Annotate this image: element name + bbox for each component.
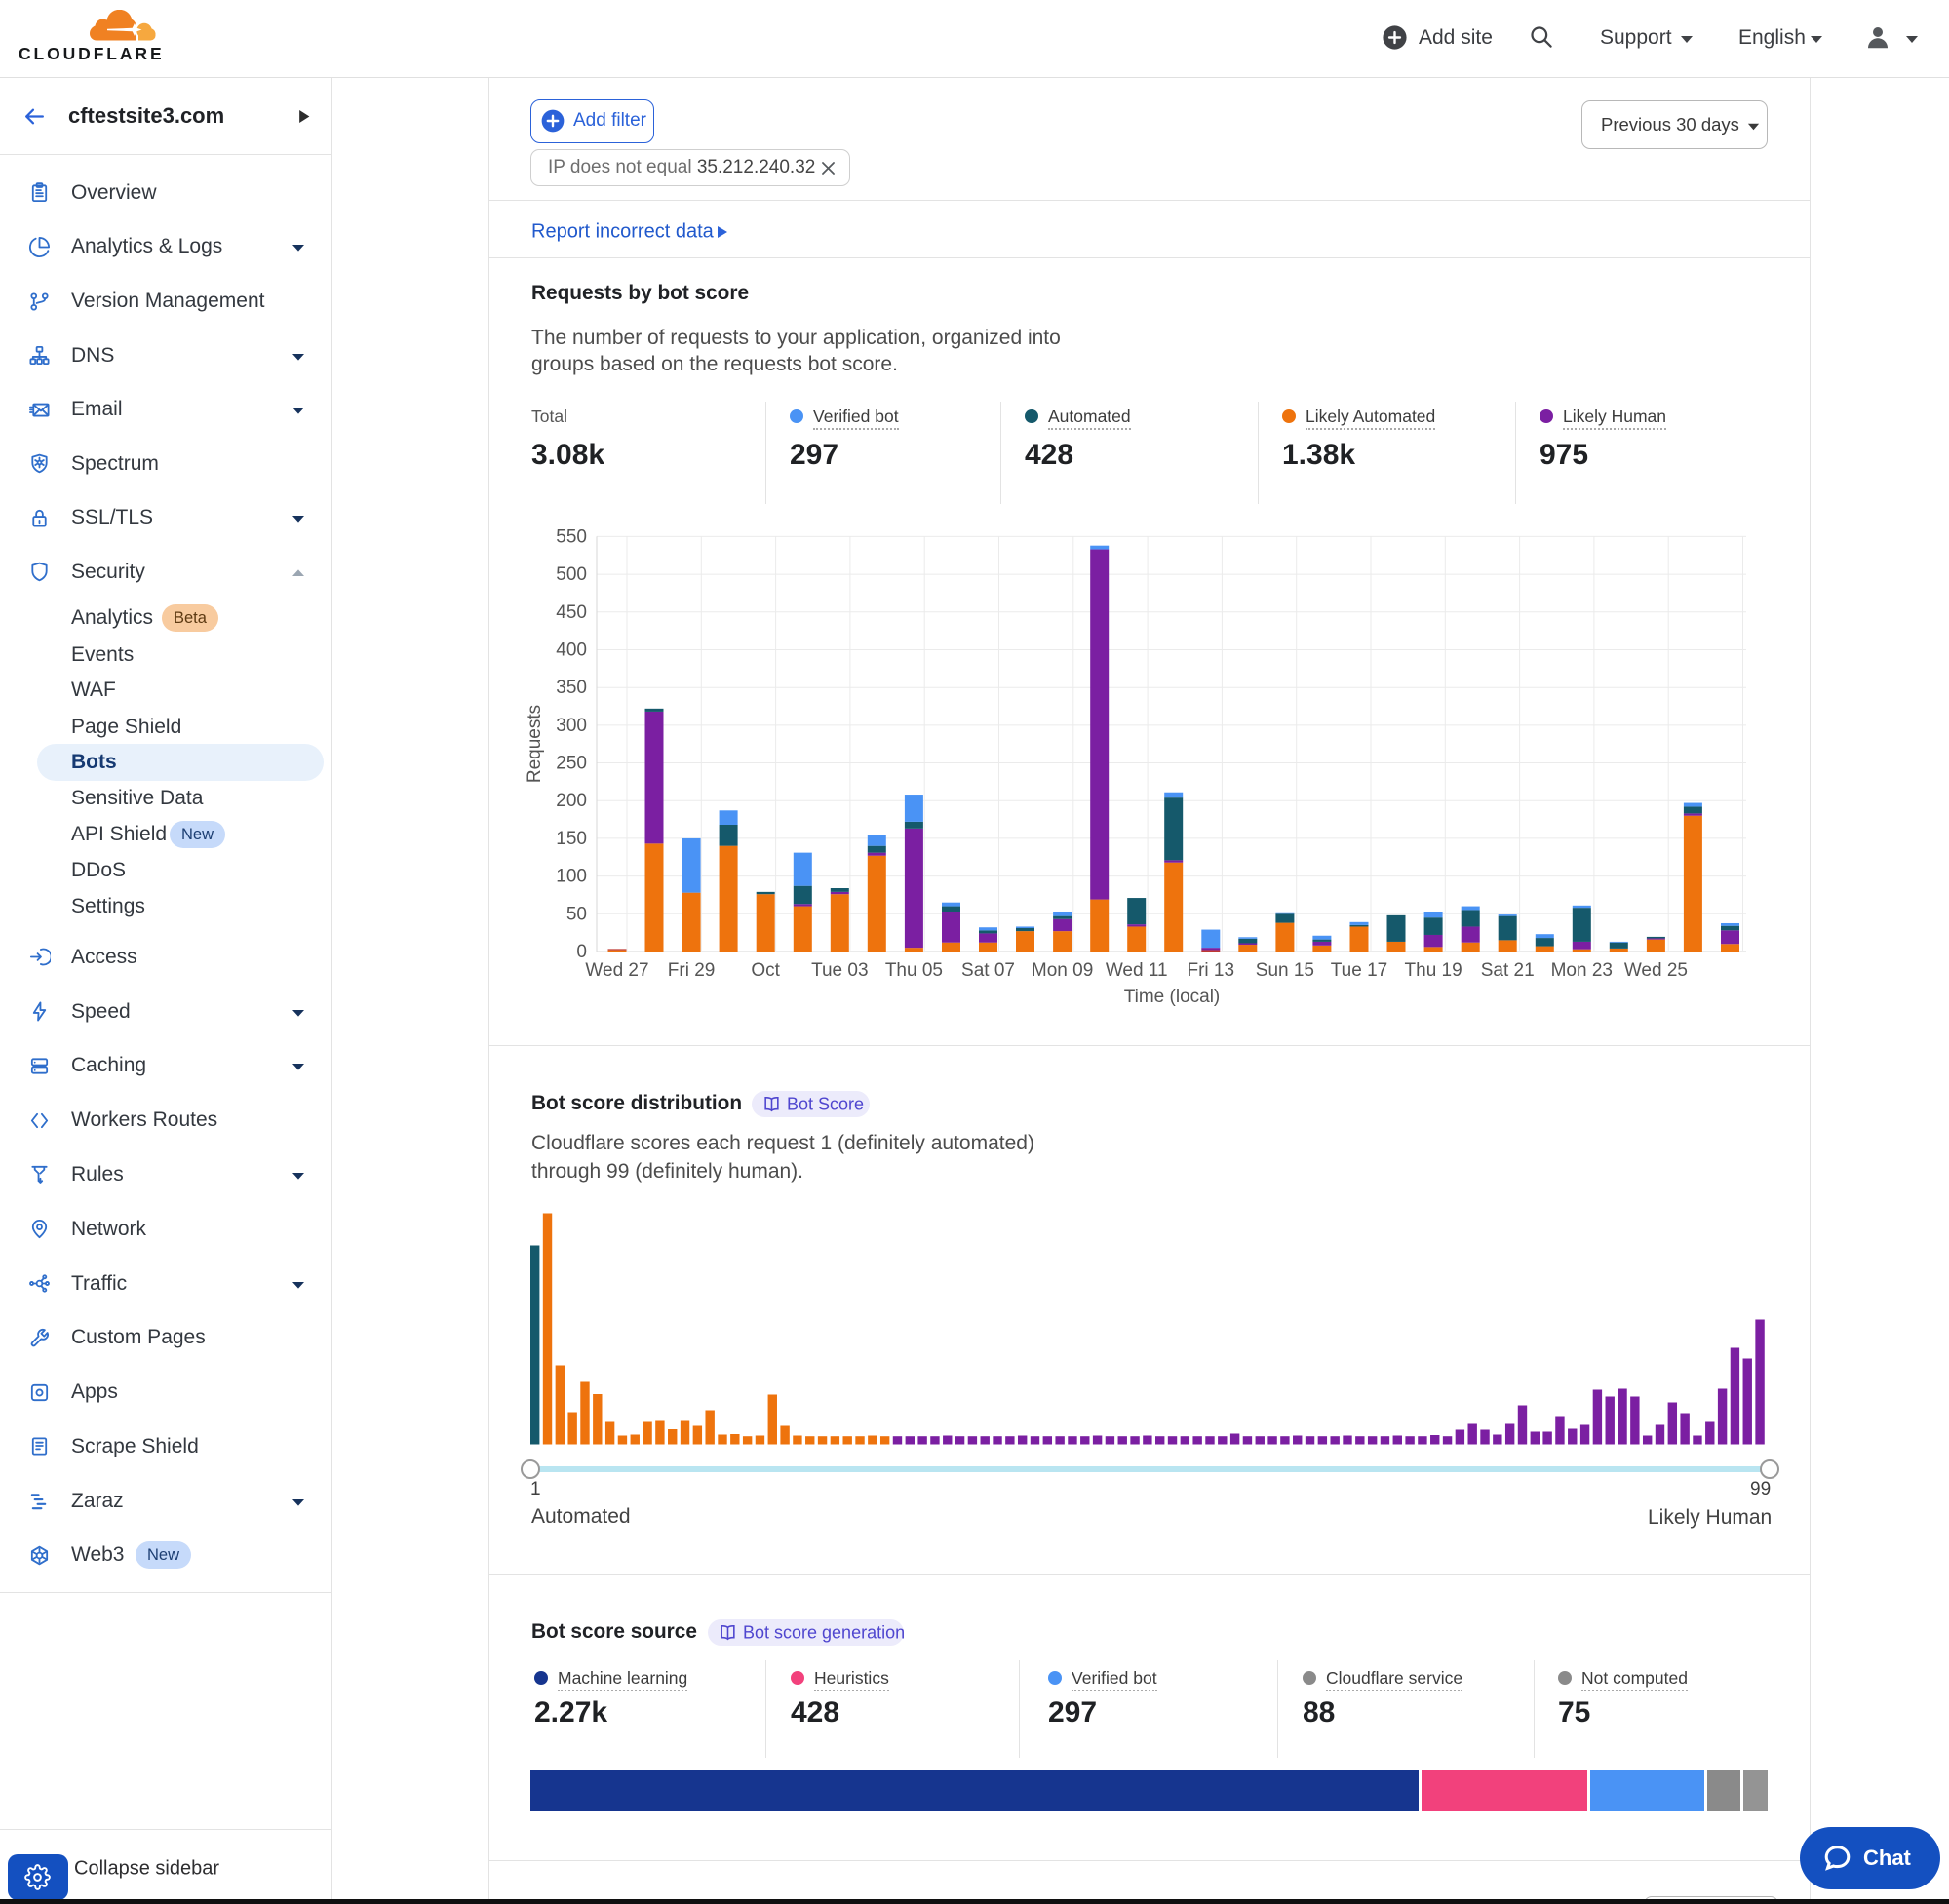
svg-text:0: 0 [576,942,587,962]
svg-text:Requests: Requests [525,705,545,783]
svg-text:Wed 25: Wed 25 [1624,960,1688,981]
svg-text:Oct: Oct [751,960,780,981]
svg-text:Mon 23: Mon 23 [1551,960,1613,981]
svg-text:Thu 05: Thu 05 [885,960,943,981]
svg-text:400: 400 [556,641,587,661]
svg-text:Time (local): Time (local) [1124,987,1221,1007]
svg-text:100: 100 [556,867,587,887]
svg-text:Fri 13: Fri 13 [1188,960,1235,981]
svg-text:250: 250 [556,754,587,774]
svg-text:Wed 27: Wed 27 [585,960,648,981]
svg-text:Sun 15: Sun 15 [1256,960,1314,981]
svg-text:Tue 03: Tue 03 [811,960,868,981]
svg-text:Sat 07: Sat 07 [961,960,1015,981]
svg-text:Tue 17: Tue 17 [1331,960,1387,981]
svg-text:200: 200 [556,791,587,811]
svg-text:450: 450 [556,602,587,623]
svg-text:550: 550 [556,526,587,547]
svg-text:300: 300 [556,716,587,736]
svg-text:500: 500 [556,564,587,585]
svg-text:Fri 29: Fri 29 [668,960,716,981]
svg-text:350: 350 [556,678,587,698]
svg-text:Wed 11: Wed 11 [1106,960,1168,981]
svg-text:50: 50 [566,904,587,924]
svg-text:150: 150 [556,829,587,849]
svg-text:Mon 09: Mon 09 [1032,960,1093,981]
svg-text:Thu 19: Thu 19 [1405,960,1462,981]
svg-text:Sat 21: Sat 21 [1481,960,1535,981]
